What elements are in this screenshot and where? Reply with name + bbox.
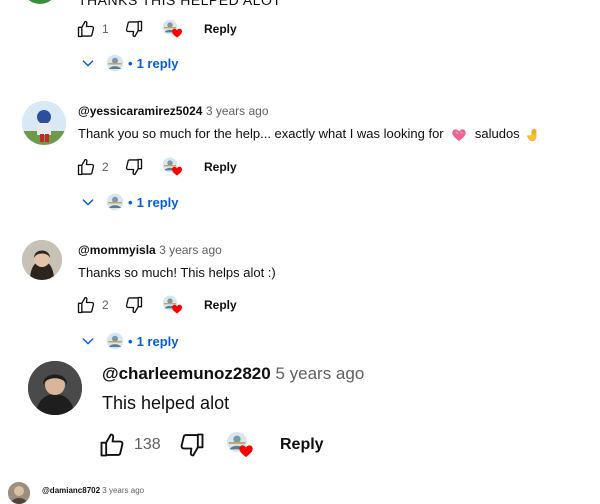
comment-text: This helped alot bbox=[102, 393, 230, 413]
like-count: 2 bbox=[102, 298, 109, 312]
reply-button[interactable]: Reply bbox=[280, 436, 324, 454]
creator-heart-icon bbox=[226, 431, 254, 459]
comment-age[interactable]: 5 years ago bbox=[275, 364, 364, 383]
thumbs-down-icon[interactable] bbox=[124, 19, 144, 39]
comment-age[interactable]: 3 years ago bbox=[206, 104, 269, 118]
avatar[interactable] bbox=[22, 0, 58, 4]
thumbs-down-icon[interactable] bbox=[124, 157, 144, 177]
waving-hand-emoji bbox=[527, 127, 543, 143]
replies-count: 1 reply bbox=[136, 55, 179, 71]
avatar[interactable] bbox=[22, 240, 62, 280]
creator-heart-icon bbox=[162, 19, 182, 39]
comment-text: Thanks so much! This helps alot :) bbox=[78, 265, 276, 280]
view-replies-button[interactable]: • 1 reply bbox=[80, 54, 178, 72]
comment-author[interactable]: @yessicaramirez5024 3 years ago bbox=[78, 104, 269, 118]
avatar[interactable] bbox=[28, 361, 82, 415]
chevron-down-icon bbox=[80, 194, 96, 210]
reply-button[interactable]: Reply bbox=[204, 160, 237, 174]
comment-author[interactable]: @charleemunoz2820 5 years ago bbox=[102, 364, 364, 384]
creator-heart-icon bbox=[162, 295, 182, 315]
reply-avatar bbox=[106, 54, 124, 72]
replies-count: 1 reply bbox=[136, 333, 179, 349]
comment-age[interactable]: 3 years ago bbox=[102, 486, 144, 495]
chevron-down-icon bbox=[80, 333, 96, 349]
thumbs-down-icon[interactable] bbox=[124, 295, 144, 315]
thumbs-up-icon[interactable] bbox=[98, 431, 126, 459]
avatar[interactable] bbox=[22, 101, 66, 145]
comment-author[interactable]: @damianc8702 3 years ago bbox=[42, 486, 144, 495]
view-replies-button[interactable]: • 1 reply bbox=[80, 193, 178, 211]
like-count: 1 bbox=[102, 22, 109, 36]
reply-button[interactable]: Reply bbox=[204, 298, 237, 312]
like-count: 2 bbox=[102, 160, 109, 174]
comment-text: Thank you so much for the help... exactl… bbox=[78, 126, 543, 143]
replies-count: 1 reply bbox=[136, 194, 179, 210]
thumbs-up-icon[interactable] bbox=[76, 157, 96, 177]
chevron-down-icon bbox=[80, 55, 96, 71]
thumbs-up-icon[interactable] bbox=[76, 19, 96, 39]
reply-avatar bbox=[106, 332, 124, 350]
comment-age[interactable]: 3 years ago bbox=[159, 243, 222, 257]
reply-button[interactable]: Reply bbox=[204, 22, 237, 36]
comment-text: THANKS THIS HELPED ALOT bbox=[78, 0, 282, 8]
avatar[interactable] bbox=[8, 482, 30, 504]
pink-heart-emoji bbox=[451, 127, 467, 143]
reply-avatar bbox=[106, 193, 124, 211]
thumbs-down-icon[interactable] bbox=[178, 431, 206, 459]
creator-heart-icon bbox=[162, 157, 182, 177]
like-count: 138 bbox=[134, 436, 161, 453]
view-replies-button[interactable]: • 1 reply bbox=[80, 332, 178, 350]
thumbs-up-icon[interactable] bbox=[76, 295, 96, 315]
comment-author[interactable]: @mommyisla 3 years ago bbox=[78, 243, 222, 257]
